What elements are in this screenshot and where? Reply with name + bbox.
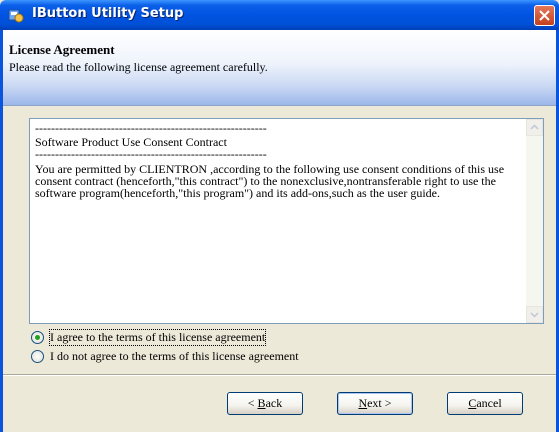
chevron-up-icon <box>530 124 539 130</box>
chevron-down-icon <box>530 312 539 318</box>
scroll-down-button[interactable] <box>526 306 543 323</box>
next-label: ext <box>367 396 382 410</box>
disagree-option[interactable]: I do not agree to the terms of this lice… <box>31 348 299 364</box>
back-mnemonic: B <box>257 396 266 410</box>
license-rule: ----------------------------------------… <box>35 121 267 135</box>
cancel-label: ancel <box>476 396 502 410</box>
close-icon <box>539 10 550 21</box>
vertical-scrollbar[interactable] <box>526 119 543 323</box>
wizard-header: License Agreement Please read the follow… <box>0 30 559 106</box>
license-rule: ----------------------------------------… <box>35 147 267 161</box>
license-text-box[interactable]: ----------------------------------------… <box>29 118 544 324</box>
back-prefix: < <box>247 396 258 410</box>
setup-icon <box>8 7 24 23</box>
close-button[interactable] <box>534 5 555 26</box>
next-mnemonic: N <box>358 396 368 410</box>
disagree-radio[interactable] <box>31 349 44 363</box>
window-border-left <box>0 30 3 432</box>
cancel-button[interactable]: Cancel <box>447 392 523 415</box>
next-button[interactable]: Next > <box>337 392 413 415</box>
page-subtitle: Please read the following license agreem… <box>9 60 268 74</box>
footer-divider <box>3 374 556 376</box>
disagree-label[interactable]: I do not agree to the terms of this lice… <box>50 349 299 364</box>
back-button[interactable]: < Back <box>227 392 303 415</box>
next-suffix: > <box>381 396 392 410</box>
window-title: IButton Utility Setup <box>32 6 184 21</box>
agree-option[interactable]: I agree to the terms of this license agr… <box>31 328 267 346</box>
scroll-up-button[interactable] <box>526 119 543 136</box>
license-body: You are permitted by CLIENTRON ,accordin… <box>35 162 505 200</box>
page-title: License Agreement <box>9 42 115 57</box>
title-bar[interactable]: IButton Utility Setup <box>0 0 559 30</box>
back-label: ack <box>265 396 283 410</box>
agree-radio[interactable] <box>31 330 44 344</box>
setup-window: IButton Utility Setup License Agreement … <box>0 0 559 432</box>
agree-label[interactable]: I agree to the terms of this license agr… <box>48 328 267 346</box>
license-text: ----------------------------------------… <box>35 122 520 199</box>
